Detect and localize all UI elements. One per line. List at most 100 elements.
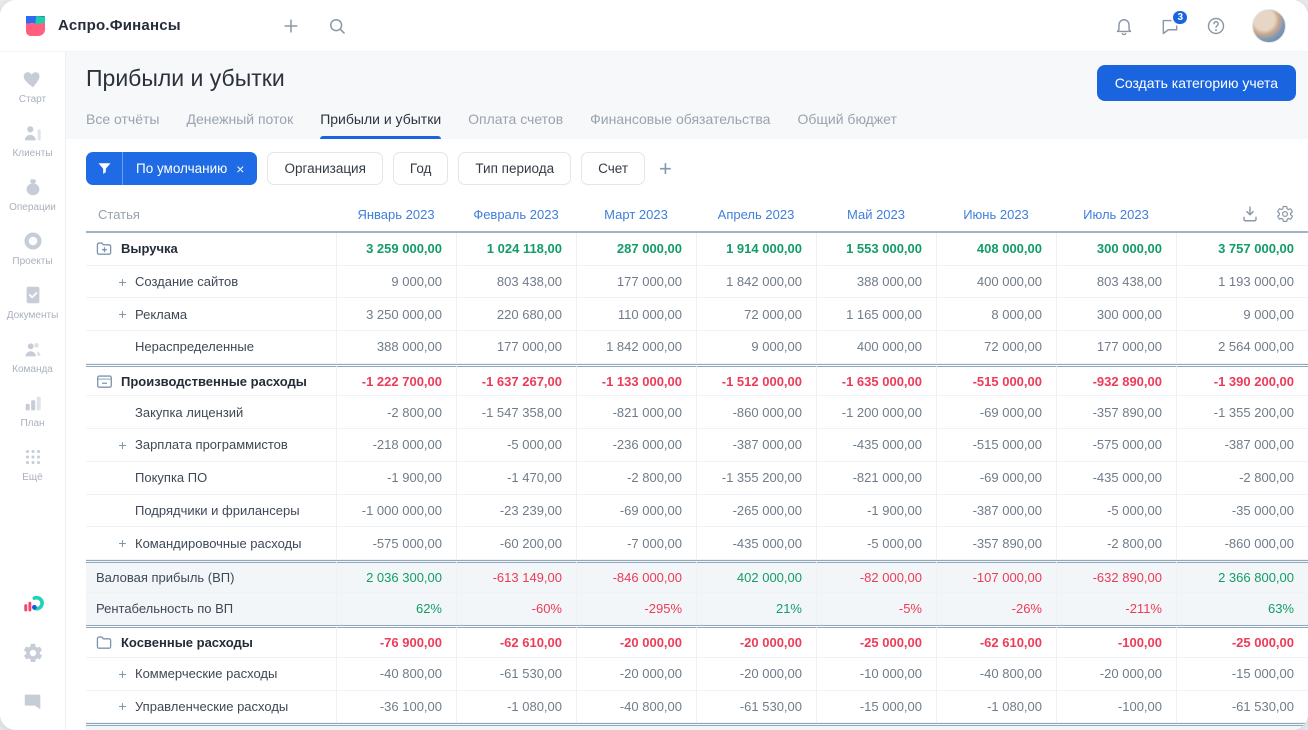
row-label: Рентабельность по ВП	[96, 600, 234, 616]
tab-budget[interactable]: Общий бюджет	[797, 111, 896, 139]
sidebar-item-label: Операции	[9, 202, 56, 213]
row-label-cell: + Реклама	[86, 298, 336, 332]
table-row[interactable]: +Нераспределенные388 000,00177 000,001 8…	[86, 331, 1308, 364]
table-row[interactable]: + Реклама 3 250 000,00 220 680,00 110 000,00…	[86, 298, 1308, 332]
table-row[interactable]: + Командировочные расходы -575 000,00 -60 2…	[86, 527, 1308, 560]
filter-chip-year[interactable]: Год	[392, 152, 449, 185]
table-row[interactable]: +Подрядчики и фрилансеры-1 000 000,00-23…	[86, 494, 1308, 528]
row-value: -1 512 000,00	[696, 363, 816, 397]
expand-plus-icon[interactable]: +	[116, 535, 129, 551]
table-row[interactable]: +Покупка ПО-1 900,00-1 470,00-2 800,00-1…	[86, 461, 1308, 495]
create-category-button[interactable]: Создать категорию учета	[1096, 65, 1296, 101]
sidebar-item-documents[interactable]: Документы	[7, 284, 58, 321]
sidebar-item-plan[interactable]: План	[7, 392, 59, 429]
table-row[interactable]: Косвенные расходы -76 900,00 -62 610,00 -20…	[86, 625, 1308, 658]
row-label: Зарплата программистов	[135, 437, 288, 453]
row-label: Коммерческие расходы	[135, 666, 278, 682]
topbar-add-button[interactable]	[281, 16, 301, 36]
tab-liabilities[interactable]: Финансовые обязательства	[590, 111, 770, 139]
sidebar-item-more[interactable]: Ещё	[7, 446, 59, 483]
row-value: -387 000,00	[696, 429, 816, 462]
tab-cash-flow[interactable]: Денежный поток	[186, 111, 293, 139]
folder-icon[interactable]	[96, 635, 113, 650]
column-header-month[interactable]: Февраль 2023	[456, 197, 576, 231]
row-value: -575 000,00	[1056, 429, 1176, 462]
sidebar-item-clients[interactable]: Клиенты	[7, 122, 59, 159]
sidebar-item-projects[interactable]: Проекты	[7, 230, 59, 267]
row-label: Нераспределенные	[135, 339, 254, 355]
sidebar-item-team[interactable]: Команда	[7, 338, 59, 375]
folder-minus-icon[interactable]	[96, 374, 113, 389]
row-value: -62 610,00	[936, 625, 1056, 658]
column-header-month[interactable]: Июль 2023	[1056, 197, 1176, 231]
filter-close-icon[interactable]: ×	[234, 161, 257, 177]
row-value: -1 900,00	[816, 494, 936, 528]
column-header-month[interactable]: Январь 2023	[336, 197, 456, 231]
notifications-bell-icon[interactable]	[1114, 16, 1134, 36]
search-icon[interactable]	[327, 16, 347, 36]
row-value: -1 133 000,00	[576, 363, 696, 397]
filter-chip-period-type[interactable]: Тип периода	[458, 152, 572, 185]
filter-default-button[interactable]: По умолчанию ×	[86, 152, 258, 185]
table-row[interactable]: + Создание сайтов 9 000,00 803 438,00 177 00…	[86, 265, 1308, 299]
row-value: 1 553 000,00	[816, 233, 936, 266]
messages-chat-icon[interactable]: 3	[1160, 8, 1189, 36]
table-row[interactable]: + Управленческие расходы -36 100,00 -1 080,…	[86, 690, 1308, 724]
row-value: 177 000,00	[456, 331, 576, 364]
row-value: 3 259 000,00	[336, 233, 456, 266]
table-row[interactable]: Рентабельность по ВП 62% -60% -295% 21% -5% -2…	[86, 592, 1308, 626]
expand-plus-icon[interactable]: +	[116, 437, 129, 453]
row-value: 220 680,00	[456, 298, 576, 332]
column-header-month[interactable]: Март 2023	[576, 197, 696, 231]
row-label: Производственные расходы	[121, 373, 307, 389]
row-value: 1 193 000,00	[1176, 265, 1308, 299]
table-row[interactable]: +Закупка лицензий-2 800,00-1 547 358,00-…	[86, 396, 1308, 430]
support-chat-icon[interactable]	[22, 690, 44, 712]
row-value: -61 530,00	[1176, 690, 1308, 724]
column-header-month[interactable]: Апрель 2023	[696, 197, 816, 231]
tab-invoices[interactable]: Оплата счетов	[468, 111, 563, 139]
row-value: -107 000,00	[936, 559, 1056, 593]
filter-chip-account[interactable]: Счет	[581, 152, 646, 185]
sidebar-item-label: Клиенты	[12, 148, 53, 159]
settings-gear-icon[interactable]	[22, 642, 44, 664]
row-value: -515 000,00	[936, 429, 1056, 462]
table-row[interactable]: Производственные расходы -1 222 700,00 -1 …	[86, 363, 1308, 397]
table-row[interactable]: Выручка 3 259 000,00 1 024 118,00 287 000,0…	[86, 233, 1308, 266]
row-value: -20 000,00	[696, 625, 816, 658]
row-value: 62%	[336, 592, 456, 626]
row-label-cell: + Зарплата программистов	[86, 429, 336, 462]
expand-plus-icon[interactable]: +	[116, 666, 129, 682]
more-icon	[22, 446, 44, 468]
row-value: -25 000,00	[816, 625, 936, 658]
tab-all-reports[interactable]: Все отчёты	[86, 111, 159, 139]
table-row[interactable]: + Зарплата программистов -218 000,00 -5 000…	[86, 429, 1308, 462]
row-label: Управленческие расходы	[135, 698, 289, 714]
row-label-cell: +Подрядчики и фрилансеры	[86, 495, 336, 528]
download-icon[interactable]	[1241, 205, 1259, 223]
sidebar-item-start[interactable]: Старт	[7, 68, 59, 105]
column-header-month[interactable]: Май 2023	[816, 197, 936, 231]
sidebar-item-label: План	[20, 418, 45, 429]
product-logo-icon[interactable]	[22, 594, 44, 616]
sidebar-item-operations[interactable]: Операции	[7, 176, 59, 213]
expand-plus-icon[interactable]: +	[116, 698, 129, 714]
pnl-table: Статья Январь 2023 Февраль 2023 Март 2023 А…	[86, 197, 1308, 730]
expand-plus-icon[interactable]: +	[116, 306, 129, 322]
row-value: -60%	[456, 592, 576, 626]
expand-plus-icon[interactable]: +	[116, 274, 129, 290]
row-value: -265 000,00	[696, 494, 816, 528]
row-value: -860 000,00	[1176, 527, 1308, 560]
user-avatar[interactable]	[1252, 8, 1286, 43]
row-value: -5%	[816, 592, 936, 626]
row-value: -357 890,00	[936, 527, 1056, 560]
add-filter-button[interactable]: +	[655, 157, 676, 180]
folder-plus-icon[interactable]	[96, 241, 113, 256]
table-settings-gear-icon[interactable]	[1276, 205, 1294, 223]
table-row[interactable]: + Коммерческие расходы -40 800,00 -61 530,0…	[86, 657, 1308, 691]
column-header-month[interactable]: Июнь 2023	[936, 197, 1056, 231]
table-row[interactable]: Валовая прибыль (ВП) 2 036 300,00 -613 149…	[86, 559, 1308, 593]
filter-chip-organization[interactable]: Организация	[267, 152, 383, 185]
help-icon[interactable]	[1206, 16, 1226, 36]
tab-pnl[interactable]: Прибыли и убытки	[320, 111, 441, 139]
